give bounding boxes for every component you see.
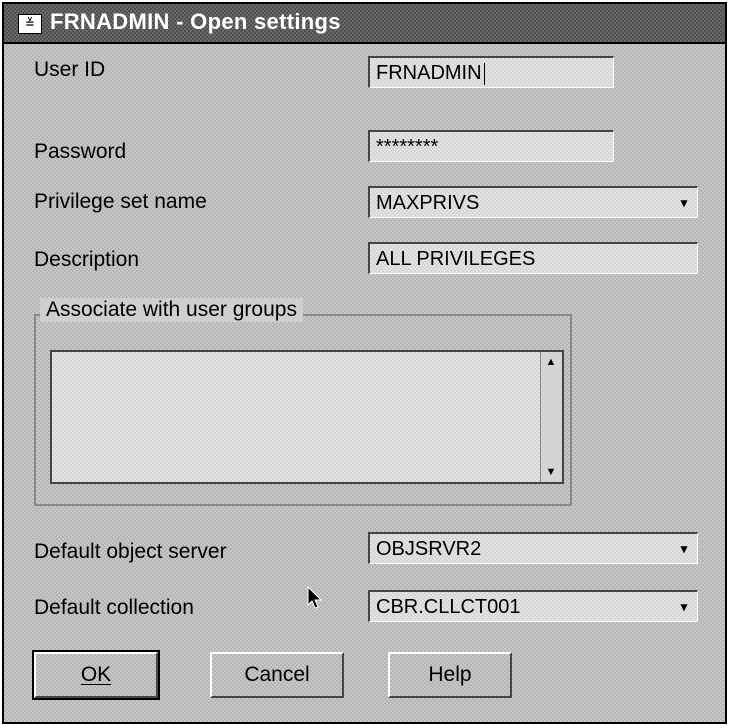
default-collection-value: CBR.CLLCT001 (376, 596, 521, 618)
user-id-value: FRNADMIN (376, 62, 482, 84)
dropdown-arrow-icon[interactable]: ▼ (677, 598, 691, 616)
default-collection-label: Default collection (34, 596, 194, 619)
privilege-set-combobox[interactable]: MAXPRIVS ▼ (368, 186, 698, 218)
password-label: Password (34, 140, 127, 163)
mouse-pointer-icon (307, 586, 323, 609)
password-value: ******** (376, 136, 439, 158)
user-groups-listbox[interactable]: ▲ ▼ (50, 350, 564, 484)
user-groups-label: Associate with user groups (40, 298, 303, 322)
settings-dialog: ≚ FRNADMIN - Open settings User ID FRNAD… (2, 2, 727, 724)
scroll-down-icon[interactable]: ▼ (543, 464, 559, 480)
cancel-button[interactable]: Cancel (210, 652, 344, 698)
privilege-set-value: MAXPRIVS (376, 192, 480, 214)
default-object-server-value: OBJSRVR2 (376, 538, 482, 560)
scroll-up-icon[interactable]: ▲ (543, 354, 559, 370)
window-title: FRNADMIN - Open settings (50, 9, 341, 34)
ok-button[interactable]: OK (32, 650, 160, 700)
ok-button-label: OK (80, 663, 112, 686)
default-object-server-label: Default object server (34, 540, 227, 563)
title-bar[interactable]: ≚ FRNADMIN - Open settings (4, 4, 725, 44)
text-cursor (483, 62, 485, 85)
description-field[interactable]: ALL PRIVILEGES (368, 242, 698, 274)
system-menu-icon[interactable]: ≚ (18, 14, 42, 34)
default-object-server-combobox[interactable]: OBJSRVR2 ▼ (368, 532, 698, 564)
description-value: ALL PRIVILEGES (376, 248, 536, 270)
password-field[interactable]: ******** (368, 130, 614, 162)
dropdown-arrow-icon[interactable]: ▼ (677, 194, 691, 212)
help-button[interactable]: Help (388, 652, 512, 698)
cancel-button-label: Cancel (244, 663, 310, 686)
description-label: Description (34, 248, 140, 271)
privilege-set-label: Privilege set name (34, 190, 207, 213)
user-id-label: User ID (34, 58, 106, 81)
help-button-label: Help (428, 663, 472, 686)
dropdown-arrow-icon[interactable]: ▼ (677, 540, 691, 558)
default-collection-combobox[interactable]: CBR.CLLCT001 ▼ (368, 590, 698, 622)
vertical-scrollbar[interactable]: ▲ ▼ (540, 352, 562, 482)
user-id-field[interactable]: FRNADMIN (368, 56, 614, 88)
